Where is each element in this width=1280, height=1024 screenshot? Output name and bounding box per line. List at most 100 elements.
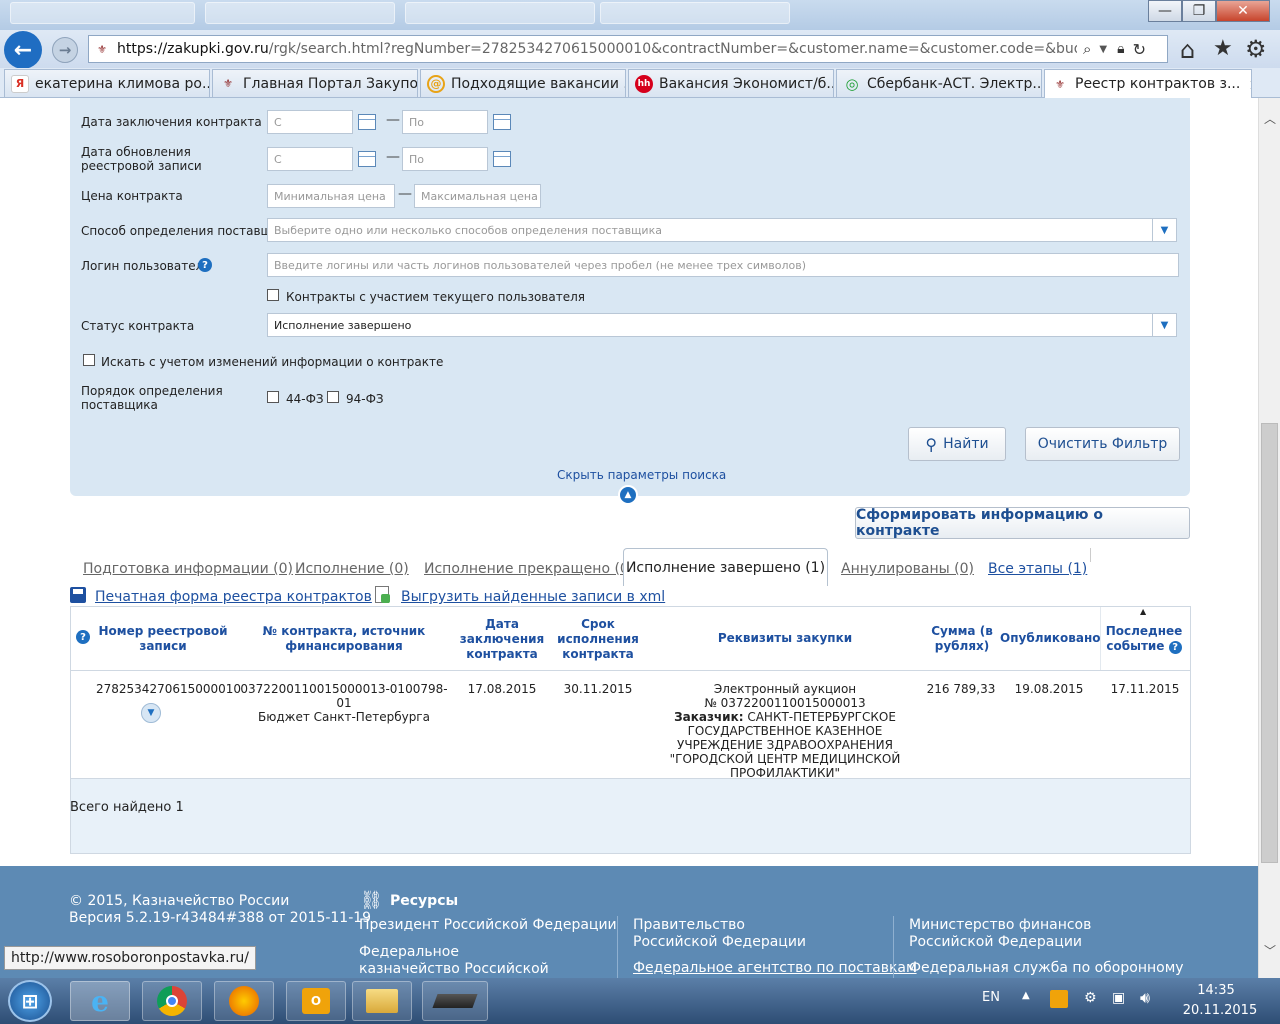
update-date-to-input[interactable]: По <box>402 147 488 171</box>
law-94-checkbox[interactable] <box>327 391 339 403</box>
clock-time[interactable]: 14:35 <box>1196 983 1236 998</box>
footer-link-finance-ministry[interactable]: Министерство финансов Российской Федерац… <box>909 917 1159 951</box>
tab-vacancies[interactable]: @ Подходящие вакансии ... <box>420 69 626 97</box>
taskbar-chrome[interactable] <box>142 981 202 1021</box>
header-sum[interactable]: Сумма (в рублях) <box>926 624 998 654</box>
header-reg-number[interactable]: Номер реестровой записи <box>96 624 230 654</box>
tab-label: Реестр контрактов з... <box>1075 76 1241 92</box>
network-icon[interactable]: ▣ <box>1112 990 1125 1006</box>
settings-gear-icon[interactable]: ⚙ <box>1245 35 1267 63</box>
tab-preparation[interactable]: Подготовка информации (0) <box>83 561 293 577</box>
header-purchase-details[interactable]: Реквизиты закупки <box>700 631 870 646</box>
tab-contract-registry[interactable]: ⚜ Реестр контрактов з... × <box>1044 69 1252 98</box>
expand-row-icon[interactable]: ▼ <box>141 703 161 723</box>
tray-expand-icon[interactable]: ▲ <box>1022 990 1030 1001</box>
calendar-icon[interactable] <box>493 151 511 167</box>
dropdown-arrow-icon[interactable]: ▼ <box>1099 44 1107 55</box>
results-summary-panel <box>70 779 1191 854</box>
chevron-down-icon: ▼ <box>1152 314 1176 336</box>
close-tab-icon[interactable]: × <box>1248 75 1251 94</box>
scroll-up-icon[interactable]: ︿ <box>1264 110 1276 127</box>
price-max-input[interactable]: Максимальная цена <box>414 184 541 208</box>
price-min-input[interactable]: Минимальная цена <box>267 184 395 208</box>
footer-link-defense-service[interactable]: Федеральная служба по оборонному <box>909 960 1184 977</box>
taskbar-ie[interactable]: e <box>70 981 130 1021</box>
lock-icon[interactable]: 🔒︎ <box>1117 41 1124 57</box>
footer-link-president[interactable]: Президент Российской Федерации <box>359 917 617 934</box>
conclusion-date-from-input[interactable]: С <box>267 110 353 134</box>
background-window-tab <box>600 2 790 24</box>
tab-hh-vacancy[interactable]: hh Вакансия Экономист/б... <box>628 69 834 97</box>
search-changes-checkbox[interactable] <box>83 354 95 366</box>
collapse-up-icon[interactable]: ▲ <box>618 485 638 505</box>
forward-button[interactable]: → <box>52 37 78 63</box>
help-icon[interactable]: ? <box>198 258 212 272</box>
language-indicator[interactable]: EN <box>982 990 1000 1005</box>
volume-icon[interactable]: 🔊︎ <box>1140 988 1150 1008</box>
footer-link-supply-agency[interactable]: Федеральное агентство по поставкам <box>633 960 917 977</box>
close-window-button[interactable]: ✕ <box>1216 0 1270 22</box>
start-button[interactable]: ⊞ <box>8 980 52 1022</box>
find-button[interactable]: ⚲ Найти <box>908 427 1006 461</box>
funding-text: Бюджет Санкт-Петербурга <box>258 710 430 724</box>
favorites-star-icon[interactable]: ★ <box>1213 36 1233 61</box>
tray-settings-icon[interactable]: ⚙ <box>1084 990 1097 1006</box>
tab-execution-terminated[interactable]: Исполнение прекращено (0) <box>424 561 634 577</box>
url-path: /rgk/search.html?regNumber=2782534270615… <box>268 41 1077 57</box>
taskbar-firefox[interactable] <box>214 981 274 1021</box>
header-conclusion-date[interactable]: Дата заключения контракта <box>457 617 547 662</box>
background-window-tab <box>205 2 395 24</box>
hide-search-params-link[interactable]: Скрыть параметры поиска <box>557 468 726 482</box>
calendar-icon[interactable] <box>358 151 376 167</box>
total-found-text: Всего найдено 1 <box>70 800 184 815</box>
print-form-link[interactable]: Печатная форма реестра контрактов <box>95 589 372 605</box>
supplier-method-select[interactable]: Выберите одно или несколько способов опр… <box>267 218 1177 242</box>
cell-reg-number[interactable]: 2782534270615000010 <box>96 682 241 696</box>
clock-date[interactable]: 20.11.2015 <box>1180 1003 1260 1018</box>
current-user-checkbox[interactable] <box>267 289 279 301</box>
calendar-icon[interactable] <box>358 114 376 130</box>
tab-execution-completed[interactable]: Исполнение завершено (1) <box>623 548 828 586</box>
footer-link-government[interactable]: Правительство Российской Федерации <box>633 917 833 951</box>
tab-zakupki-main[interactable]: ⚜ Главная Портал Закупок <box>212 69 418 97</box>
header-contract-number[interactable]: № контракта, источник финансирования <box>254 624 434 654</box>
hh-icon: hh <box>635 74 653 93</box>
tab-execution[interactable]: Исполнение (0) <box>295 561 409 577</box>
back-button[interactable]: ← <box>4 31 42 69</box>
help-icon[interactable]: ? <box>76 630 90 644</box>
tray-outlook-icon[interactable] <box>1050 990 1068 1008</box>
taskbar-explorer[interactable] <box>352 981 412 1021</box>
tab-annulled[interactable]: Аннулированы (0) <box>841 561 974 577</box>
header-published[interactable]: Опубликовано <box>1000 631 1101 646</box>
help-icon[interactable]: ? <box>1168 641 1182 654</box>
tab-yandex-mail[interactable]: Я екатерина климова ро... <box>4 69 210 97</box>
taskbar-scanner[interactable] <box>422 981 488 1021</box>
conclusion-date-to-input[interactable]: По <box>402 110 488 134</box>
law-44-checkbox[interactable] <box>267 391 279 403</box>
refresh-icon[interactable]: ↻ <box>1133 40 1146 59</box>
user-login-input[interactable]: Введите логины или часть логинов пользов… <box>267 253 1179 277</box>
header-execution-term[interactable]: Срок исполнения контракта <box>553 617 643 662</box>
search-icon[interactable]: ⌕ <box>1083 40 1091 58</box>
home-icon[interactable]: ⌂ <box>1180 36 1195 64</box>
vertical-scrollbar[interactable]: ︿ ﹀ <box>1258 98 1280 978</box>
taskbar-outlook[interactable]: O <box>286 981 346 1021</box>
address-bar[interactable]: ⚜ https://zakupki.gov.ru/rgk/search.html… <box>88 35 1168 63</box>
scrollbar-thumb[interactable] <box>1261 423 1278 863</box>
calendar-icon[interactable] <box>493 114 511 130</box>
scroll-down-icon[interactable]: ﹀ <box>1264 942 1276 959</box>
export-xml-link[interactable]: Выгрузить найденные записи в xml <box>401 589 665 605</box>
header-last-event[interactable]: Последнее событие ? <box>1104 624 1184 654</box>
maximize-button[interactable]: ❐ <box>1182 0 1216 22</box>
update-date-from-input[interactable]: С <box>267 147 353 171</box>
tab-all-stages[interactable]: Все этапы (1) <box>988 561 1087 577</box>
range-dash: — <box>386 112 400 128</box>
generate-contract-info-button[interactable]: Сформировать информацию о контракте <box>855 507 1190 539</box>
contract-number-text[interactable]: 0372200110015000013-0100798-01 <box>240 682 448 710</box>
update-date-label: Дата обновления реестровой записи <box>81 145 202 173</box>
tab-sberbank-ast[interactable]: ◎ Сбербанк-АСТ. Электр... <box>836 69 1042 97</box>
minimize-button[interactable]: — <box>1148 0 1182 22</box>
purchase-number-link[interactable]: № 0372200110015000013 <box>650 696 920 710</box>
contract-status-select[interactable]: Исполнение завершено ▼ <box>267 313 1177 337</box>
clear-filter-button[interactable]: Очистить Фильтр <box>1025 427 1180 461</box>
